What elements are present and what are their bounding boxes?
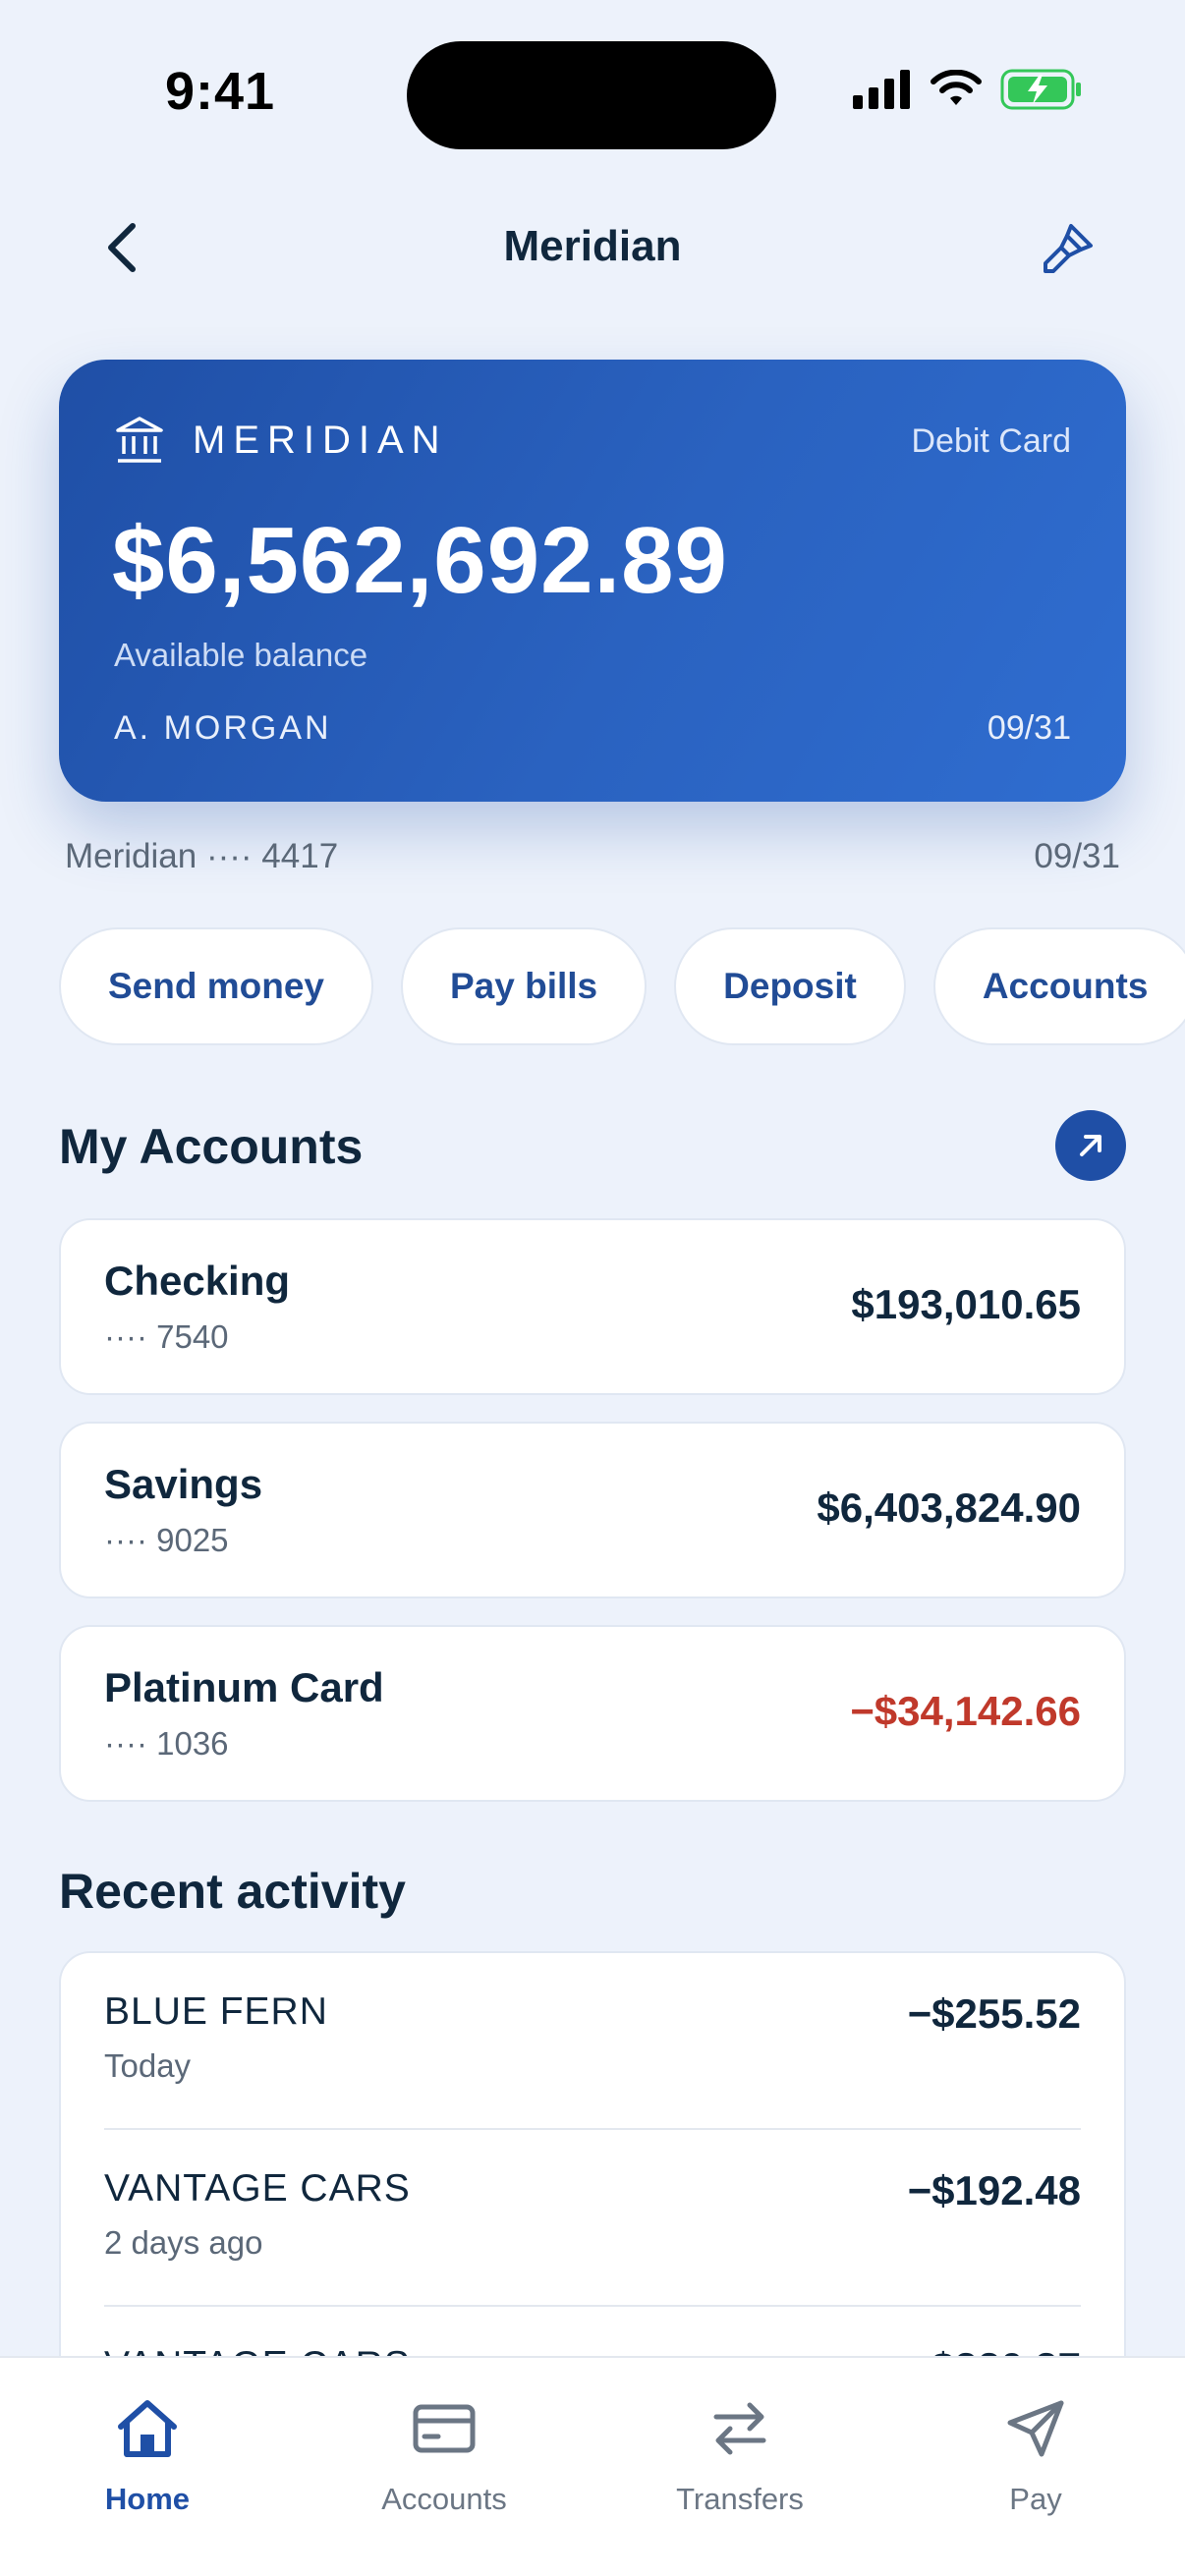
debit-card[interactable]: MERIDIAN Debit Card $6,562,692.89 Availa… xyxy=(59,360,1126,802)
account-number: ···· 9025 xyxy=(104,1522,229,1558)
card-icon xyxy=(413,2404,476,2453)
card-expiry: 09/31 xyxy=(987,709,1071,747)
transaction-merchant: VANTAGE CARS xyxy=(104,2167,411,2210)
tab-home[interactable]: Home xyxy=(49,2391,246,2517)
transaction-row[interactable]: BLUE FERN Today −$255.52 xyxy=(104,1953,1081,2130)
account-number: ···· 1036 xyxy=(104,1725,229,1762)
account-name: Checking xyxy=(104,1258,291,1304)
account-number: ···· 7540 xyxy=(104,1318,229,1355)
bank-icon xyxy=(116,417,163,463)
customize-button[interactable] xyxy=(1038,216,1100,279)
tab-accounts[interactable]: Accounts xyxy=(346,2391,542,2517)
account-balance: $193,010.65 xyxy=(851,1281,1081,1327)
tab-bar: Home Accounts Transfers Pay xyxy=(0,2356,1185,2576)
wifi-icon xyxy=(931,70,982,105)
account-balance: −$34,142.66 xyxy=(850,1688,1081,1734)
battery-icon xyxy=(1000,69,1081,110)
deposit-button[interactable]: Deposit xyxy=(674,927,906,1045)
account-name: Platinum Card xyxy=(104,1664,384,1710)
send-icon xyxy=(1007,2400,1064,2457)
transfer-icon xyxy=(713,2402,766,2455)
card-meta-expiry: 09/31 xyxy=(1034,837,1120,875)
transaction-row[interactable]: VANTAGE CARS 2 days ago −$192.48 xyxy=(104,2130,1081,2307)
tab-label: Pay xyxy=(1009,2482,1062,2516)
account-name: Savings xyxy=(104,1461,263,1507)
transaction-merchant: BLUE FERN xyxy=(104,1990,328,2033)
card-balance-label: Available balance xyxy=(114,637,368,673)
signal-icon xyxy=(853,70,910,109)
nav-header: Meridian xyxy=(0,196,1185,299)
account-row-checking[interactable]: Checking ···· 7540 $193,010.65 xyxy=(59,1218,1126,1395)
transaction-date: 2 days ago xyxy=(104,2224,263,2261)
paintbrush-icon xyxy=(1044,224,1093,273)
recent-activity-title: Recent activity xyxy=(59,1864,406,1919)
tab-transfers[interactable]: Transfers xyxy=(642,2391,838,2517)
quick-actions: Send money Pay bills Deposit Accounts xyxy=(59,927,1185,1045)
card-account-number: Meridian ···· 4417 xyxy=(65,837,339,875)
arrow-up-right-icon xyxy=(1080,1135,1101,1156)
status-time: 9:41 xyxy=(165,62,276,121)
tab-label: Home xyxy=(104,2482,191,2516)
dynamic-island xyxy=(407,41,776,149)
card-balance: $6,562,692.89 xyxy=(112,508,728,613)
page-title: Meridian xyxy=(503,222,682,270)
transaction-amount: −$192.48 xyxy=(907,2167,1081,2213)
home-icon xyxy=(118,2400,177,2457)
account-row-savings[interactable]: Savings ···· 9025 $6,403,824.90 xyxy=(59,1422,1126,1598)
tab-label: Accounts xyxy=(381,2482,507,2516)
my-accounts-title: My Accounts xyxy=(59,1119,364,1174)
view-accounts-button[interactable] xyxy=(1055,1110,1126,1181)
account-row-platinum-card[interactable]: Platinum Card ···· 1036 −$34,142.66 xyxy=(59,1625,1126,1802)
tab-label: Transfers xyxy=(676,2482,804,2516)
status-bar: 9:41 xyxy=(0,0,1185,187)
card-brand: MERIDIAN xyxy=(114,415,448,466)
accounts-button[interactable]: Accounts xyxy=(932,927,1185,1045)
tab-pay[interactable]: Pay xyxy=(937,2391,1134,2517)
transaction-date: Today xyxy=(104,2047,192,2084)
send-money-button[interactable]: Send money xyxy=(59,927,373,1045)
card-meta: Meridian ···· 4417 09/31 xyxy=(65,837,1120,886)
transaction-amount: −$255.52 xyxy=(907,1990,1081,2037)
card-type: Debit Card xyxy=(911,422,1071,460)
status-icons xyxy=(853,69,1083,110)
pay-bills-button[interactable]: Pay bills xyxy=(401,927,648,1045)
account-balance: $6,403,824.90 xyxy=(817,1484,1081,1531)
card-brand-name: MERIDIAN xyxy=(193,418,448,462)
card-holder: A. MORGAN xyxy=(114,709,332,747)
